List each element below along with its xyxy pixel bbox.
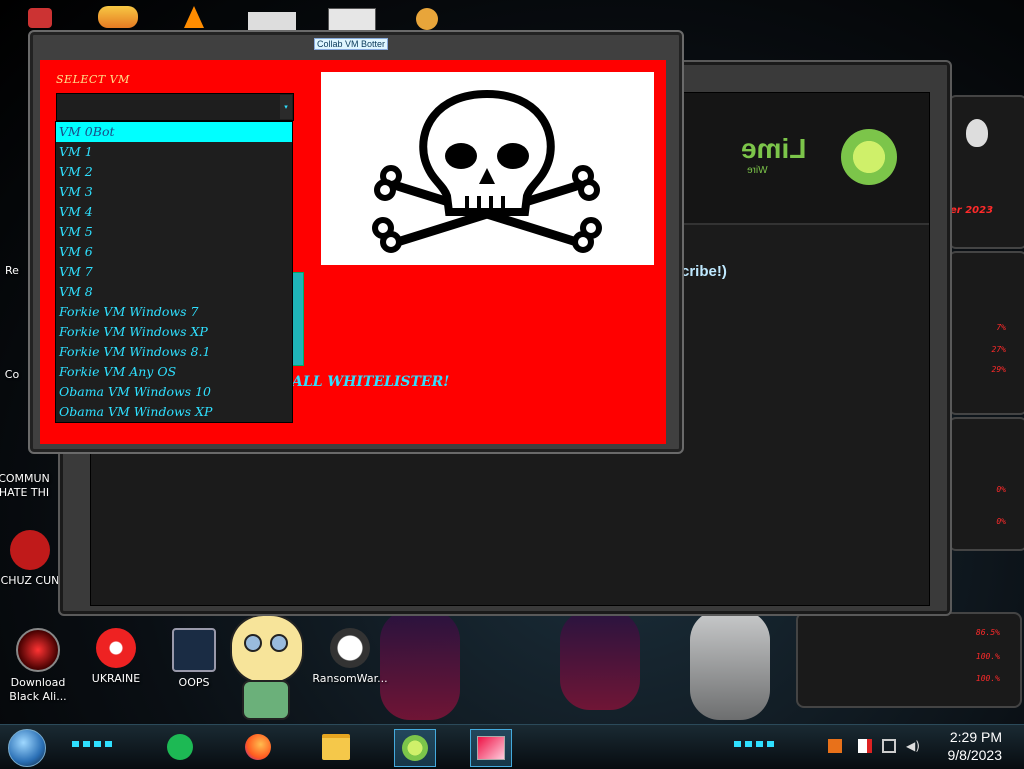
file-explorer-icon[interactable] bbox=[316, 729, 356, 765]
gadget-segment: er 2023 bbox=[948, 95, 1024, 249]
wallpaper-figure-right bbox=[690, 610, 770, 720]
vm-select-dropdown[interactable]: ▾ bbox=[56, 93, 294, 121]
window-title: Collab VM Botter bbox=[314, 38, 389, 50]
dropdown-option[interactable]: VM 0Bot bbox=[56, 122, 292, 142]
network-icon[interactable] bbox=[882, 739, 896, 753]
gadget-percent: 27% bbox=[991, 345, 1006, 354]
dropdown-option[interactable]: Forkie VM Any OS bbox=[56, 362, 292, 382]
dropdown-option[interactable]: Forkie VM Windows XP bbox=[56, 322, 292, 342]
dropdown-option[interactable]: VM 8 bbox=[56, 282, 292, 302]
limewire-icon[interactable] bbox=[394, 729, 436, 767]
desktop-icon-label: Co bbox=[4, 368, 20, 381]
gadget-percent: 100.% bbox=[975, 652, 1000, 661]
monitor-icon bbox=[172, 628, 216, 672]
gadget-percent: 100.% bbox=[975, 674, 1000, 683]
desktop-icon-label: UKRAINE bbox=[91, 672, 141, 685]
radiation-icon bbox=[96, 628, 136, 668]
spotify-icon[interactable] bbox=[160, 729, 200, 765]
skull-image bbox=[321, 72, 654, 265]
dropdown-option[interactable]: VM 7 bbox=[56, 262, 292, 282]
taskbar-decoration bbox=[734, 741, 774, 747]
desktop-icon-label: COMMUN HATE THI bbox=[0, 472, 50, 499]
app-icon bbox=[10, 530, 50, 570]
desktop-icon-oops[interactable]: OOPS bbox=[156, 628, 232, 690]
top-icon-4[interactable] bbox=[248, 12, 296, 30]
alienware-icon bbox=[16, 628, 60, 672]
top-icon-1[interactable] bbox=[28, 8, 52, 28]
desktop-icon-commun[interactable]: COMMUN HATE THI bbox=[0, 472, 62, 500]
desktop-icon-label: OOPS bbox=[178, 676, 210, 689]
wallpaper-figure-mid bbox=[560, 610, 640, 710]
gadget-percent: 29% bbox=[991, 365, 1006, 374]
gadget-percent: 0% bbox=[996, 485, 1006, 494]
drive-gadget: 86.5% 100.% 100.% bbox=[796, 612, 1022, 708]
dropdown-option[interactable]: Obama VM Windows XP bbox=[56, 402, 292, 422]
system-clock[interactable]: 2:29 PM 9/8/2023 bbox=[948, 728, 1003, 764]
desktop-icon-download-black-alienware[interactable]: Download Black Ali... bbox=[0, 628, 76, 704]
desktop-icon-label: Download Black Ali... bbox=[9, 676, 67, 703]
gadget-segment: 0% 0% bbox=[948, 417, 1024, 551]
desktop-icon-label: CHUZ CUN bbox=[0, 574, 60, 587]
limewire-logo-subtext: Wire bbox=[747, 165, 768, 176]
skull-icon bbox=[330, 628, 370, 668]
gadget-percent: 86.5% bbox=[975, 628, 1000, 637]
flag-icon[interactable] bbox=[858, 739, 872, 753]
start-button[interactable] bbox=[8, 729, 46, 767]
whitelister-label: ALL WHITELISTER! bbox=[292, 374, 450, 390]
taskbar: ◀) 2:29 PM 9/8/2023 bbox=[0, 724, 1024, 769]
gadget-label: er 2023 bbox=[950, 205, 994, 216]
vlc-icon[interactable] bbox=[184, 6, 204, 28]
top-icon-6[interactable] bbox=[416, 8, 438, 30]
alien-head-icon bbox=[966, 119, 988, 147]
volume-icon[interactable]: ◀) bbox=[906, 739, 920, 753]
skull-and-crossbones-icon bbox=[372, 89, 602, 253]
limewire-logo: Lime Wire bbox=[741, 123, 901, 193]
desktop-icon-ukraine[interactable]: UKRAINE bbox=[78, 628, 154, 686]
gadget-percent: 7% bbox=[996, 323, 1006, 332]
limewire-partial-text: cribe!) bbox=[681, 263, 727, 280]
top-icon-5[interactable] bbox=[328, 8, 376, 32]
desktop-icon-ransomware[interactable]: RansomWar... bbox=[312, 628, 388, 686]
java-update-icon[interactable] bbox=[828, 739, 842, 753]
action-button[interactable] bbox=[292, 272, 304, 366]
top-icon-2[interactable] bbox=[98, 6, 138, 28]
dropdown-option[interactable]: Forkie VM Windows 7 bbox=[56, 302, 292, 322]
vm-dropdown-list[interactable]: VM 0Bot VM 1 VM 2 VM 3 VM 4 VM 5 VM 6 VM… bbox=[55, 121, 293, 423]
star-butterfly-mascot bbox=[222, 604, 308, 722]
clock-date: 9/8/2023 bbox=[947, 747, 1003, 763]
firefox-icon[interactable] bbox=[238, 729, 278, 765]
dropdown-option[interactable]: VM 1 bbox=[56, 142, 292, 162]
gadget-segment: 7% 27% 29% bbox=[948, 251, 1024, 415]
dropdown-option[interactable]: VM 4 bbox=[56, 202, 292, 222]
limewire-logo-text: Lime bbox=[741, 133, 807, 164]
desktop-icon-label: RansomWar... bbox=[312, 672, 388, 685]
dropdown-option[interactable]: VM 2 bbox=[56, 162, 292, 182]
gadget-percent: 0% bbox=[996, 517, 1006, 526]
dropdown-option[interactable]: VM 5 bbox=[56, 222, 292, 242]
desktop-icon-label: Re bbox=[5, 264, 19, 277]
dropdown-option[interactable]: VM 6 bbox=[56, 242, 292, 262]
dropdown-option[interactable]: Forkie VM Windows 8.1 bbox=[56, 342, 292, 362]
chevron-down-icon[interactable]: ▾ bbox=[280, 95, 292, 119]
dropdown-option[interactable]: VM 3 bbox=[56, 182, 292, 202]
wallpaper-figure-left bbox=[380, 610, 460, 720]
lime-slice-icon bbox=[841, 129, 897, 185]
clock-time: 2:29 PM bbox=[949, 729, 1002, 745]
taskbar-decoration bbox=[72, 741, 112, 747]
select-vm-label: SELECT VM bbox=[56, 73, 130, 86]
dropdown-option[interactable]: Obama VM Windows 10 bbox=[56, 382, 292, 402]
collab-vm-botter-icon[interactable] bbox=[470, 729, 512, 767]
